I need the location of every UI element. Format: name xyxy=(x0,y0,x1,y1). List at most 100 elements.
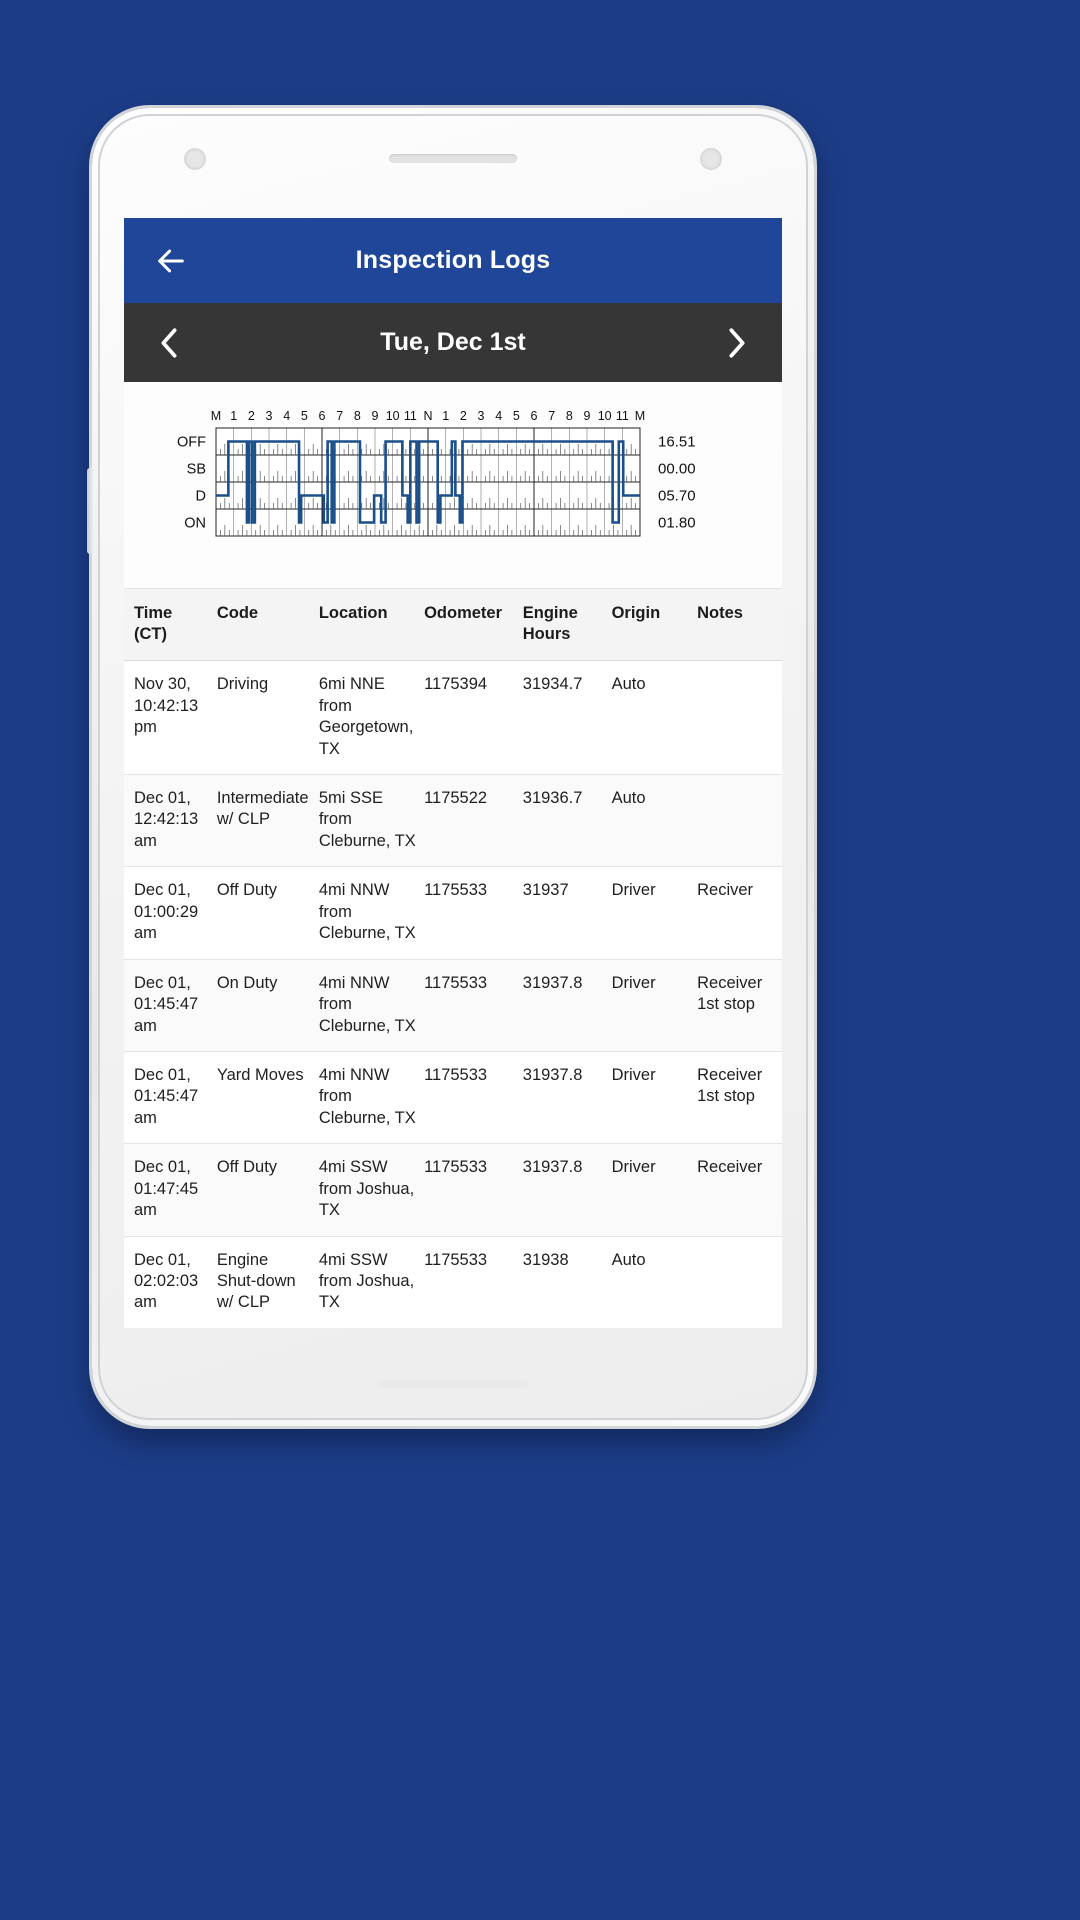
graph-total-off: 16.51 xyxy=(658,434,696,451)
previous-day-button[interactable] xyxy=(146,320,192,366)
table-row[interactable]: Dec 01, 02:02:03 am Engine Shut-down w/ C… xyxy=(124,1236,782,1328)
table-body: Nov 30, 10:42:13 pm Driving 6mi NNE from G… xyxy=(124,660,782,1328)
column-header-line: Odometer xyxy=(424,604,503,622)
phone-device-frame: Inspection Logs Tue, Dec 1st M1234 5 6 7… xyxy=(87,108,814,1426)
cell-location: 5mi SSE from Cleburne, TX xyxy=(314,774,421,868)
cell-notes xyxy=(693,660,782,775)
page-title: Inspection Logs xyxy=(355,246,551,274)
table-row[interactable]: Dec 01, 01:00:29 am Off Duty 4mi NNW from … xyxy=(124,866,782,960)
earpiece-speaker xyxy=(389,154,517,163)
log-events-table-container[interactable]: Time (CT) Code Location Odometer Engine Ho… xyxy=(124,589,782,1328)
cell-origin: Auto xyxy=(607,774,694,868)
log-events-table: Time (CT) Code Location Odometer Engine Ho… xyxy=(124,589,782,1328)
chevron-right-icon xyxy=(729,327,745,358)
cell-origin: Driver xyxy=(607,866,694,960)
chevron-left-icon xyxy=(161,327,177,358)
graph-row-label-d: D xyxy=(196,489,206,505)
graph-hour-label: 5 xyxy=(301,409,308,423)
column-header-engine-hours: Engine Hours xyxy=(518,589,608,662)
date-navigation-bar: Tue, Dec 1st xyxy=(124,303,782,382)
graph-total-d: 05.70 xyxy=(658,488,696,505)
home-button[interactable] xyxy=(378,1380,528,1388)
cell-time: Dec 01, 12:42:13 am xyxy=(124,774,213,868)
cell-code: On Duty xyxy=(212,959,315,1052)
graph-hour-label: 2 xyxy=(460,409,467,423)
cell-odometer: 1175533 xyxy=(420,1143,519,1237)
graph-hour-label: 6 xyxy=(531,409,538,423)
column-header-odometer: Odometer xyxy=(420,589,519,662)
cell-engine-hours: 31938 xyxy=(518,1236,608,1328)
table-header: Time (CT) Code Location Odometer Engine Ho… xyxy=(124,589,782,662)
cell-notes: Reciver xyxy=(693,866,782,960)
graph-hour-label: 9 xyxy=(584,409,591,423)
graph-hour-label: M xyxy=(635,409,645,423)
cell-location: 4mi SSW from Joshua, TX xyxy=(314,1143,421,1237)
cell-notes: Receiver 1st stop xyxy=(693,1051,782,1145)
cell-origin: Auto xyxy=(607,1236,694,1328)
cell-engine-hours: 31937.8 xyxy=(518,1143,608,1237)
next-day-button[interactable] xyxy=(714,320,760,366)
graph-row-label-sb: SB xyxy=(187,462,206,478)
duty-status-graph-svg: M 1 2 3 4 5 6 7 8 9 10 11 N 1 2 3 4 5 6 7 8 9 10 11 MOFFSBDON16.… xyxy=(177,409,696,537)
graph-hour-label: 4 xyxy=(283,409,290,423)
cell-notes xyxy=(693,1236,782,1328)
graph-row-label-off: OFF xyxy=(177,435,206,451)
graph-hour-label: 3 xyxy=(478,409,485,423)
cell-odometer: 1175533 xyxy=(420,959,519,1052)
cell-location: 4mi NNW from Cleburne, TX xyxy=(314,866,421,960)
graph-hour-label: 4 xyxy=(495,409,502,423)
table-row[interactable]: Dec 01, 01:47:45 am Off Duty 4mi SSW from … xyxy=(124,1143,782,1237)
cell-time: Dec 01, 02:02:03 am xyxy=(124,1236,213,1328)
graph-hour-label: 11 xyxy=(404,409,417,423)
cell-time: Dec 01, 01:45:47 am xyxy=(124,1051,213,1145)
cell-notes: Receiver 1st stop xyxy=(693,959,782,1052)
graph-hour-label: 11 xyxy=(616,409,629,423)
graph-hour-label: N xyxy=(423,409,432,423)
cell-engine-hours: 31936.7 xyxy=(518,774,608,868)
graph-hour-label: 1 xyxy=(230,409,237,423)
graph-hour-label: 6 xyxy=(319,409,326,423)
graph-total-sb: 00.00 xyxy=(658,461,696,478)
graph-hour-label: M xyxy=(211,409,221,423)
cell-engine-hours: 31937 xyxy=(518,866,608,960)
cell-time: Dec 01, 01:00:29 am xyxy=(124,866,213,960)
column-header-line: Engine xyxy=(522,604,578,622)
app-bar: Inspection Logs xyxy=(124,218,782,303)
cell-location: 4mi SSW from Joshua, TX xyxy=(314,1236,421,1328)
column-header-code: Code xyxy=(212,589,315,662)
cell-location: 6mi NNE from Georgetown, TX xyxy=(314,660,421,775)
column-header-line: Location xyxy=(318,604,388,622)
cell-location: 4mi NNW from Cleburne, TX xyxy=(314,1051,421,1145)
cell-time: Dec 01, 01:47:45 am xyxy=(124,1143,213,1237)
cell-origin: Auto xyxy=(607,660,694,775)
graph-hour-label: 9 xyxy=(372,409,379,423)
graph-hour-label: 1 xyxy=(442,409,449,423)
table-row[interactable]: Dec 01, 01:45:47 am On Duty 4mi NNW from C… xyxy=(124,959,782,1052)
cell-odometer: 1175394 xyxy=(420,660,519,775)
cell-engine-hours: 31937.8 xyxy=(518,1051,608,1145)
proximity-sensor-icon xyxy=(700,148,722,170)
cell-odometer: 1175522 xyxy=(420,774,519,868)
graph-hour-label: 3 xyxy=(266,409,273,423)
cell-time: Nov 30, 10:42:13 pm xyxy=(124,660,213,775)
cell-code: Yard Moves xyxy=(212,1051,315,1145)
column-header-line: Notes xyxy=(697,604,743,622)
column-header-line: Hours xyxy=(522,624,571,643)
cell-odometer: 1175533 xyxy=(420,1236,519,1328)
graph-total-on: 01.80 xyxy=(658,515,696,532)
duty-status-graph: M 1 2 3 4 5 6 7 8 9 10 11 N 1 2 3 4 5 6 7 8 9 10 11 M OFF SB D ON 16.… xyxy=(124,382,782,589)
graph-hour-label: 7 xyxy=(336,409,343,423)
volume-button[interactable] xyxy=(87,468,93,554)
graph-hour-label: 8 xyxy=(566,409,573,423)
app-screen: Inspection Logs Tue, Dec 1st M1234 5 6 7… xyxy=(124,218,782,1328)
graph-row-label-on: ON xyxy=(184,516,206,532)
table-row[interactable]: Dec 01, 01:45:47 am Yard Moves 4mi NNW fro… xyxy=(124,1051,782,1145)
table-row[interactable]: Dec 01, 12:42:13 am Intermediate w/ CLP 5m… xyxy=(124,774,782,868)
graph-hour-label: 10 xyxy=(386,409,400,423)
cell-code: Off Duty xyxy=(212,1143,315,1237)
back-button[interactable] xyxy=(150,240,192,282)
cell-location: 4mi NNW from Cleburne, TX xyxy=(314,959,421,1052)
column-header-line: Origin xyxy=(611,604,661,622)
table-row[interactable]: Nov 30, 10:42:13 pm Driving 6mi NNE from G… xyxy=(124,660,782,775)
column-header-time: Time (CT) xyxy=(124,589,213,662)
